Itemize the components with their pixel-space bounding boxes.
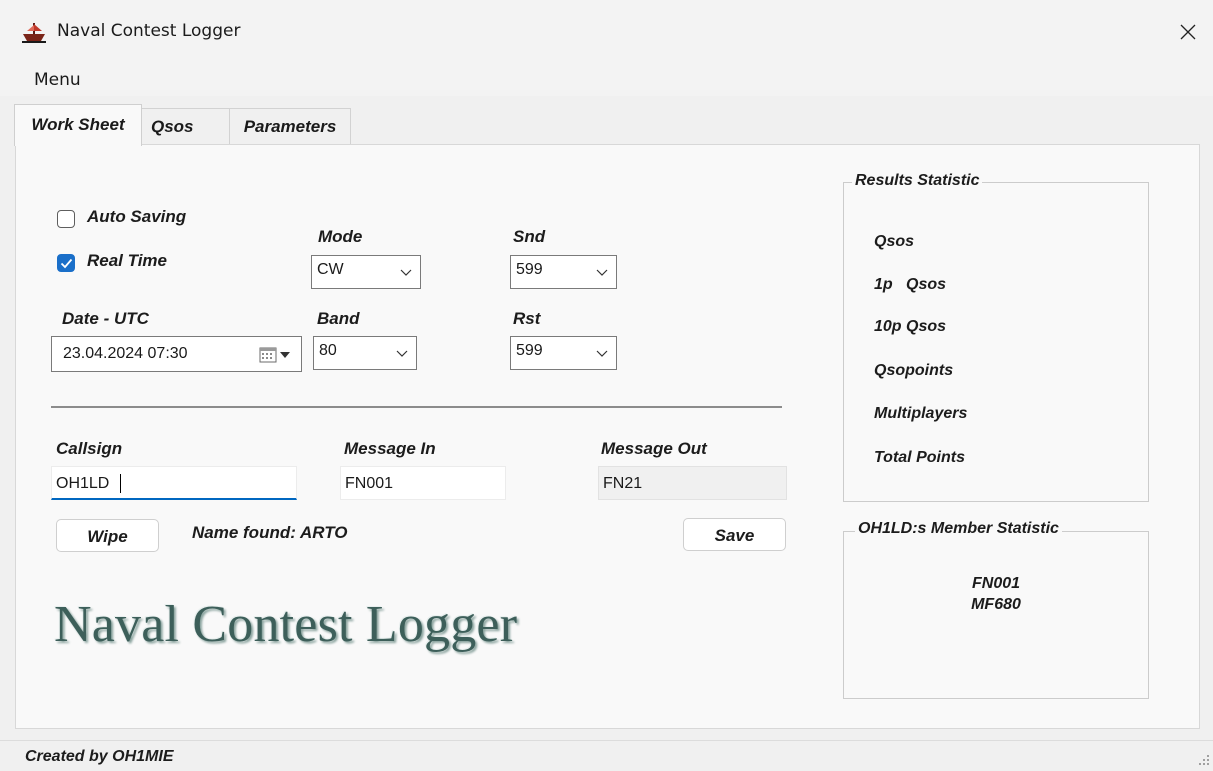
message-in-value: FN001: [345, 475, 394, 492]
member-stat-line: FN001: [971, 575, 1021, 592]
date-value: 23.04.2024 07:30: [63, 345, 188, 362]
message-out-value: FN21: [603, 475, 643, 492]
name-found-text: Name found: ARTO: [192, 523, 348, 542]
mode-value: CW: [317, 261, 344, 278]
auto-saving-label: Auto Saving: [87, 207, 187, 226]
rst-value: 599: [516, 342, 543, 359]
message-in-label: Message In: [344, 439, 436, 458]
stat-qsos: Qsos: [874, 233, 915, 250]
stat-1p-qsos: 1p Qsos: [874, 276, 947, 293]
member-statistic-group: [843, 531, 1149, 699]
real-time-checkbox[interactable]: [57, 254, 75, 272]
menu-item-menu[interactable]: Menu: [34, 70, 81, 90]
real-time-label: Real Time: [87, 251, 168, 270]
band-value: 80: [319, 342, 337, 359]
save-button[interactable]: Save: [683, 518, 786, 551]
band-label: Band: [317, 309, 360, 328]
tab-work-sheet[interactable]: Work Sheet: [14, 104, 142, 146]
stat-total-points: Total Points: [874, 449, 965, 466]
wipe-button[interactable]: Wipe: [56, 519, 159, 552]
text-caret: [120, 474, 121, 493]
member-statistic-title: OH1LD:s Member Statistic: [855, 520, 1062, 538]
callsign-value: OH1LD: [56, 475, 110, 492]
message-out-field: FN21: [598, 466, 787, 500]
app-logo-text: Naval Contest Logger: [54, 596, 518, 653]
snd-label: Snd: [513, 227, 546, 246]
rst-label: Rst: [513, 309, 541, 328]
chevron-down-icon: [396, 350, 408, 357]
check-icon: [60, 258, 73, 269]
menu-bar: [0, 62, 1213, 96]
callsign-input[interactable]: OH1LD: [51, 466, 297, 500]
chevron-down-icon: [596, 269, 608, 276]
status-bar: [0, 740, 1213, 771]
chevron-down-icon: [280, 352, 290, 358]
close-button[interactable]: [1168, 14, 1208, 50]
stat-qsopoints: Qsopoints: [874, 362, 954, 379]
mode-select[interactable]: CW: [311, 255, 421, 289]
close-icon: [1180, 24, 1196, 40]
date-time-picker[interactable]: 23.04.2024 07:30: [51, 336, 302, 372]
window-title: Naval Contest Logger: [57, 21, 241, 41]
message-in-input[interactable]: FN001: [340, 466, 506, 500]
calendar-icon: [259, 347, 277, 363]
date-utc-label: Date - UTC: [62, 309, 149, 328]
message-out-label: Message Out: [601, 439, 707, 458]
chevron-down-icon: [400, 269, 412, 276]
snd-select[interactable]: 599: [510, 255, 617, 289]
band-select[interactable]: 80: [313, 336, 417, 370]
auto-saving-checkbox[interactable]: [57, 210, 75, 228]
stat-multiplayers: Multiplayers: [874, 405, 968, 422]
resize-grip-icon[interactable]: [1196, 752, 1210, 768]
snd-value: 599: [516, 261, 543, 278]
member-stat-line: MF680: [971, 596, 1021, 613]
tab-parameters[interactable]: Parameters: [229, 108, 351, 144]
ship-icon: [22, 22, 46, 44]
mode-label: Mode: [318, 227, 363, 246]
callsign-label: Callsign: [56, 439, 123, 458]
status-text: Created by OH1MIE: [25, 748, 174, 765]
results-statistic-title: Results Statistic: [852, 172, 983, 190]
tab-qsos[interactable]: Qsos: [140, 108, 230, 144]
stat-10p-qsos: 10p Qsos: [874, 318, 947, 335]
chevron-down-icon: [596, 350, 608, 357]
rst-select[interactable]: 599: [510, 336, 617, 370]
divider: [51, 406, 782, 408]
